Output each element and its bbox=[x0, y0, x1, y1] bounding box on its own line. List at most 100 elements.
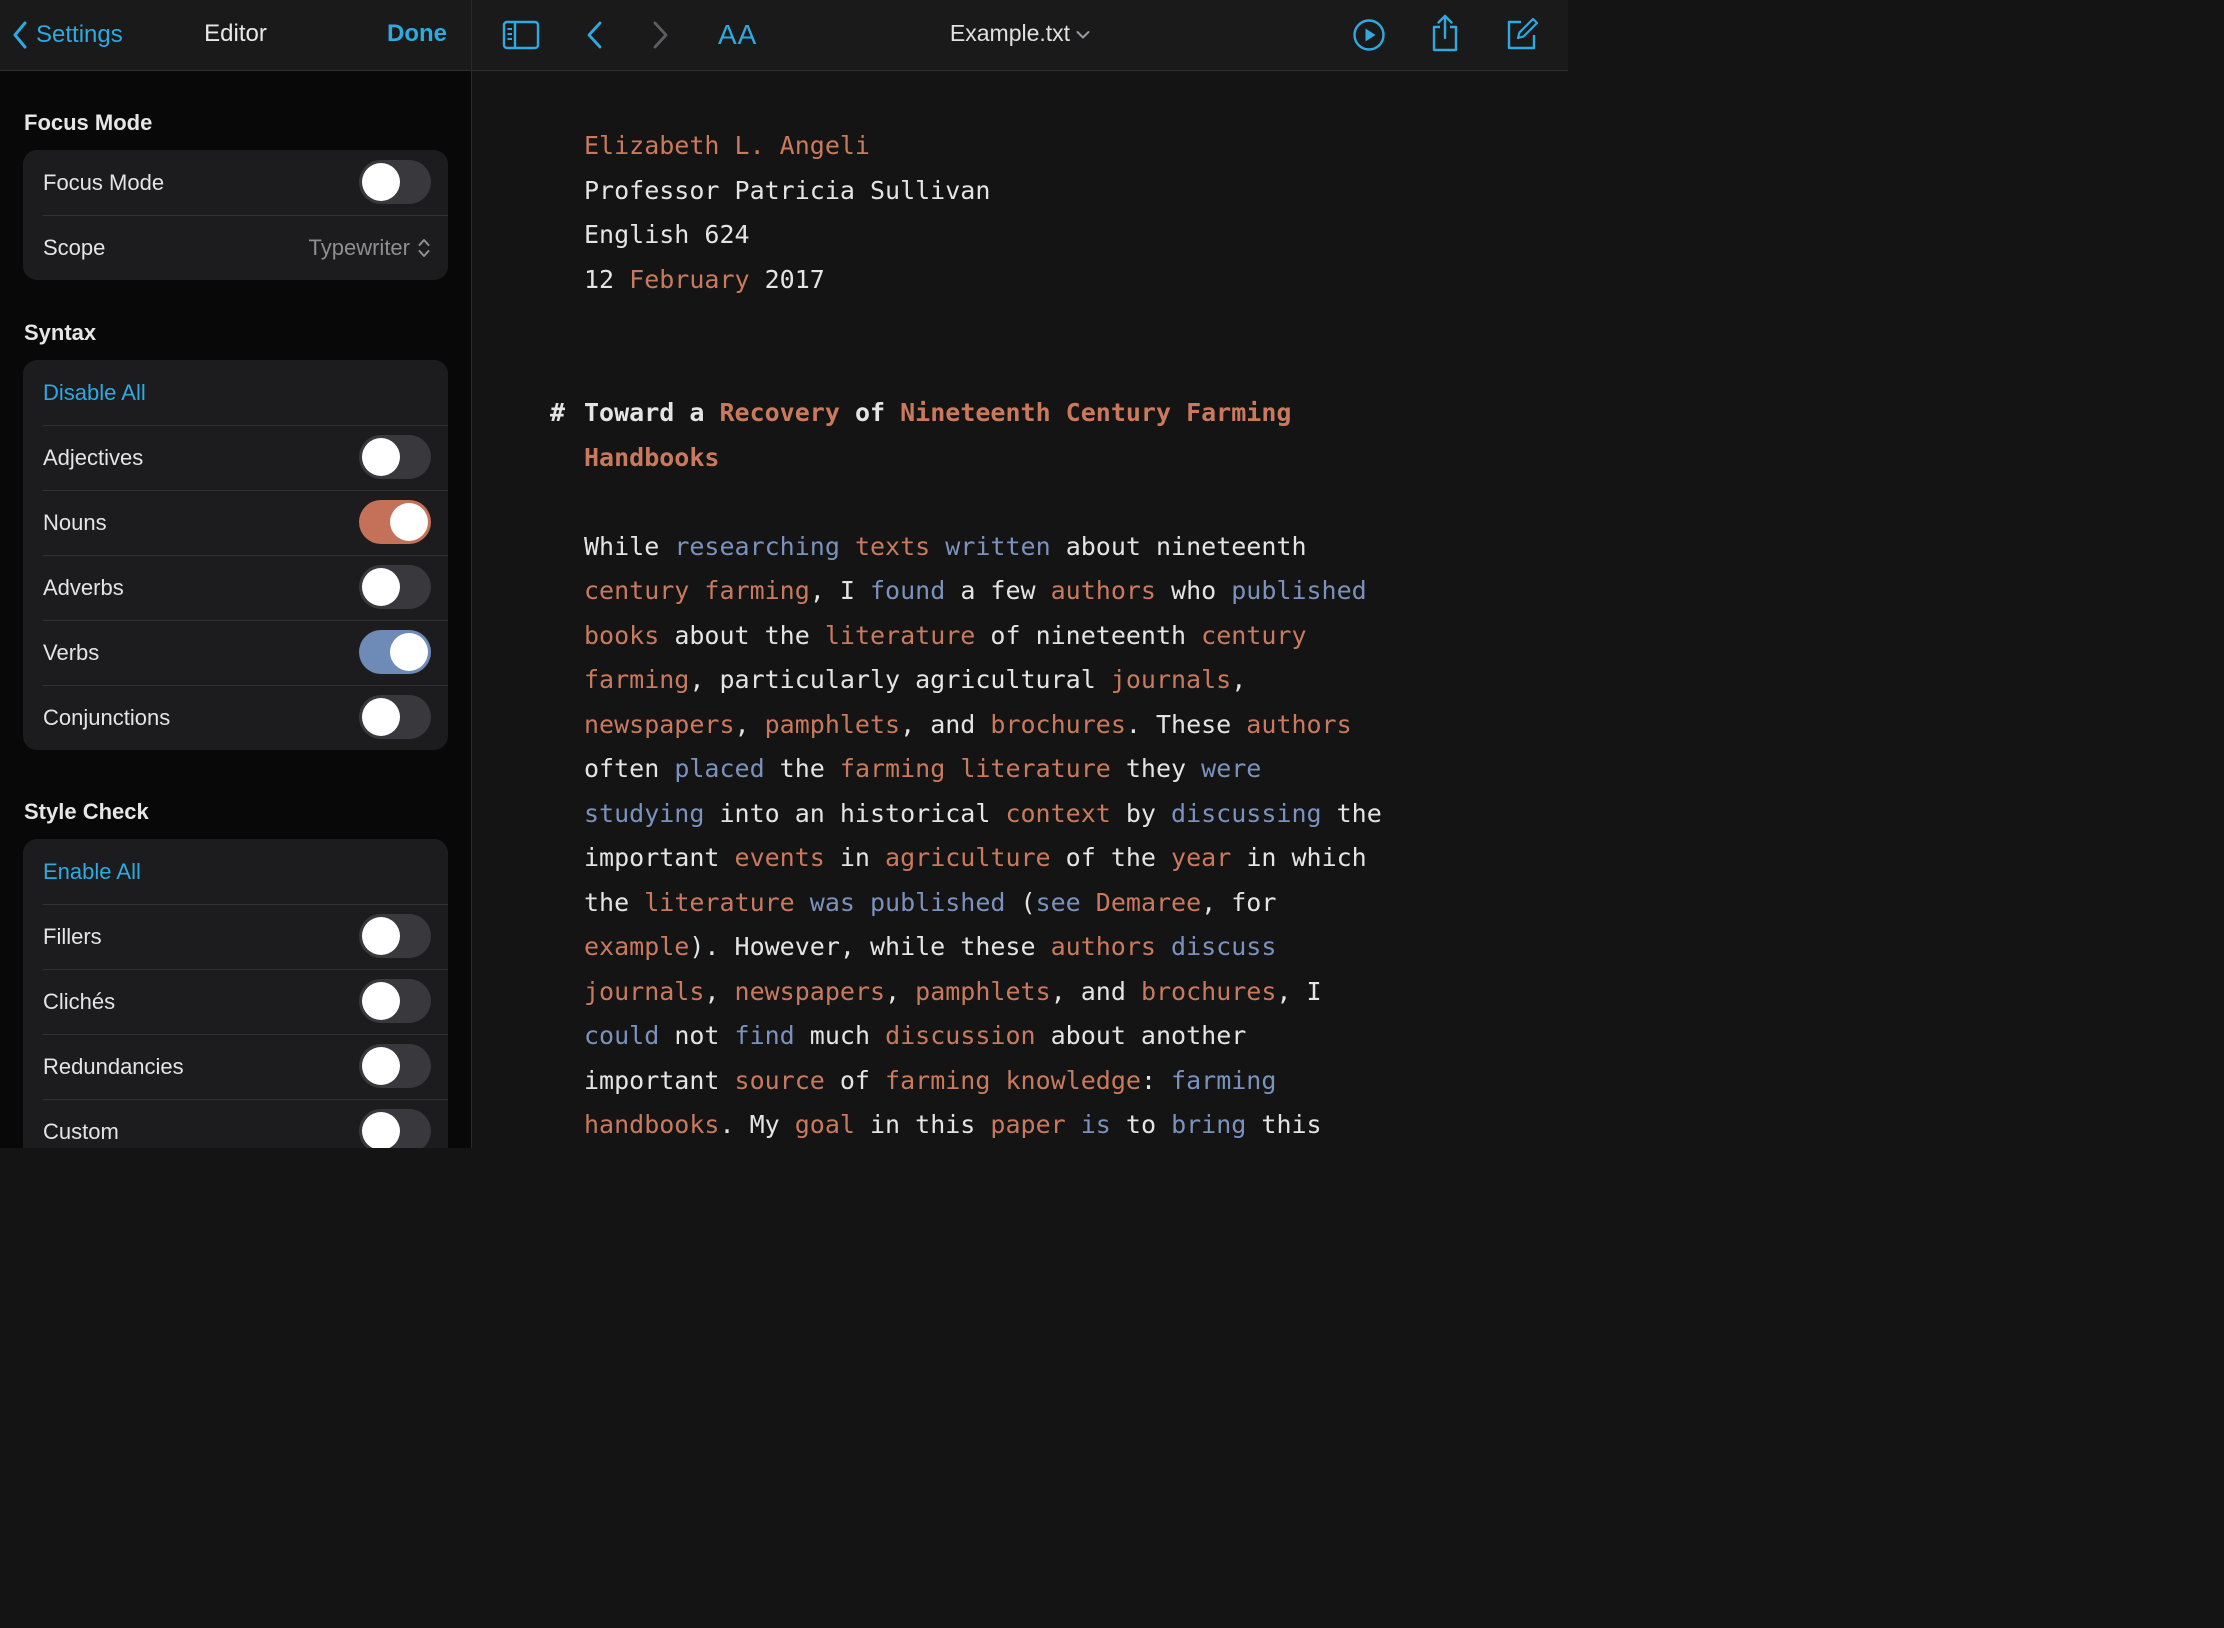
noun-token: Elizabeth L. Angeli bbox=[584, 131, 870, 160]
scope-select[interactable]: Typewriter bbox=[309, 215, 430, 280]
noun-token: pamphlets bbox=[915, 976, 1051, 1006]
text-line: could not find much discussion about ano… bbox=[584, 1014, 1464, 1059]
noun-token: authors bbox=[1050, 576, 1156, 605]
verb-token: see bbox=[1035, 887, 1081, 917]
heading-marker: # bbox=[550, 398, 566, 427]
noun-token: paper bbox=[990, 1110, 1066, 1139]
noun-token: goal bbox=[794, 1110, 855, 1139]
share-button[interactable] bbox=[1429, 13, 1461, 53]
noun-token: newspapers bbox=[734, 976, 886, 1006]
row-redundancies: Redundancies bbox=[23, 1034, 448, 1099]
conjunctions-toggle[interactable] bbox=[359, 695, 431, 739]
document-title-menu[interactable]: Example.txt bbox=[472, 20, 1568, 47]
text-token: , bbox=[704, 976, 735, 1006]
noun-token: century bbox=[1201, 620, 1307, 650]
toggle-knob bbox=[390, 503, 428, 541]
text-token: . These bbox=[1125, 709, 1247, 739]
focus-mode-toggle[interactable] bbox=[359, 160, 431, 204]
text-line: century farming, I found a few authors w… bbox=[584, 569, 1464, 614]
text-token: who bbox=[1155, 576, 1232, 605]
redundancies-toggle[interactable] bbox=[359, 1044, 431, 1088]
noun-token: Demaree bbox=[1095, 887, 1202, 917]
adverbs-label: Adverbs bbox=[43, 575, 124, 600]
noun-token: knowledge bbox=[1005, 1065, 1141, 1095]
document-title: Example.txt bbox=[949, 20, 1071, 46]
text-token: important bbox=[584, 1065, 735, 1095]
text-token: ( bbox=[1005, 887, 1036, 917]
text-line bbox=[584, 480, 1464, 525]
noun-token: farming bbox=[704, 576, 810, 605]
text-token: , and bbox=[1050, 976, 1141, 1006]
text-token: in bbox=[824, 843, 886, 872]
text-token: in this bbox=[854, 1110, 991, 1139]
row-enable-all[interactable]: Enable All bbox=[23, 839, 448, 904]
text-token: in which bbox=[1231, 843, 1367, 872]
noun-token: context bbox=[1005, 798, 1111, 828]
noun-token: authors bbox=[1246, 709, 1352, 739]
preview-button[interactable] bbox=[1352, 17, 1386, 53]
verbs-label: Verbs bbox=[43, 640, 100, 665]
text-token: , for bbox=[1201, 887, 1277, 917]
adjectives-toggle[interactable] bbox=[359, 435, 431, 479]
noun-token: century bbox=[584, 576, 690, 605]
text-line: journals, newspapers, pamphlets, and bro… bbox=[584, 970, 1464, 1015]
conjunctions-label: Conjunctions bbox=[43, 705, 171, 730]
verb-token: discuss bbox=[1171, 932, 1277, 961]
row-fillers: Fillers bbox=[23, 904, 448, 969]
compose-icon bbox=[1507, 17, 1539, 50]
disable-all-button[interactable]: Disable All bbox=[43, 360, 146, 425]
fillers-label: Fillers bbox=[43, 924, 102, 949]
focus-mode-group: Focus Mode Scope Typewriter bbox=[23, 150, 448, 280]
custom-toggle[interactable] bbox=[359, 1109, 431, 1148]
text-token: a few bbox=[945, 576, 1051, 605]
cliches-label: Clichés bbox=[43, 989, 116, 1014]
nouns-toggle[interactable] bbox=[359, 500, 431, 544]
noun-token: newspapers bbox=[584, 709, 735, 739]
text-token: the bbox=[1321, 798, 1382, 828]
share-icon bbox=[1432, 14, 1458, 52]
sidebar-header: Settings Editor Done bbox=[0, 0, 471, 71]
text-line: newspapers, pamphlets, and brochures. Th… bbox=[584, 703, 1464, 748]
verb-token: could bbox=[584, 1021, 660, 1050]
adverbs-toggle[interactable] bbox=[359, 565, 431, 609]
verbs-toggle[interactable] bbox=[359, 630, 431, 674]
text-token: , bbox=[885, 976, 916, 1006]
text-token: about nineteenth bbox=[1050, 531, 1307, 561]
text-token: : bbox=[1140, 1065, 1172, 1095]
document-editor: AA Example.txt Elizabeth L. Angeli Profes… bbox=[472, 0, 1568, 1148]
noun-token: Recovery bbox=[719, 398, 840, 427]
noun-token: books bbox=[584, 620, 660, 650]
done-button[interactable]: Done bbox=[387, 20, 447, 48]
noun-token: year bbox=[1171, 843, 1232, 872]
text-token: this bbox=[1246, 1110, 1322, 1139]
text-token: of nineteenth bbox=[975, 620, 1202, 650]
noun-token: pamphlets bbox=[764, 709, 901, 739]
document-text[interactable]: Elizabeth L. Angeli Professor Patricia Su… bbox=[550, 124, 1464, 1148]
text-line: # Toward a Recovery of Nineteenth Century… bbox=[550, 391, 1464, 436]
text-line: Professor Patricia Sullivan bbox=[584, 169, 1464, 214]
text-token: Toward a bbox=[584, 398, 720, 427]
syntax-group: Disable All Adjectives Nouns Adverbs Ver… bbox=[23, 360, 448, 750]
toggle-knob bbox=[362, 917, 400, 955]
cliches-toggle[interactable] bbox=[359, 979, 431, 1023]
fillers-toggle[interactable] bbox=[359, 914, 431, 958]
text-line: English 624 bbox=[584, 213, 1464, 258]
text-line bbox=[584, 347, 1464, 392]
text-line: example). However, while these authors d… bbox=[584, 925, 1464, 970]
text-token: , I bbox=[809, 576, 870, 605]
noun-token: farming bbox=[885, 1065, 991, 1095]
focus-mode-label: Focus Mode bbox=[43, 170, 165, 195]
row-disable-all[interactable]: Disable All bbox=[23, 360, 448, 425]
text-line: important events in agriculture of the y… bbox=[584, 836, 1464, 881]
nouns-label: Nouns bbox=[43, 510, 107, 535]
row-nouns: Nouns bbox=[23, 490, 448, 555]
compose-button[interactable] bbox=[1504, 15, 1540, 53]
row-scope[interactable]: Scope Typewriter bbox=[23, 215, 448, 280]
text-token: , bbox=[734, 709, 765, 739]
text-token: much bbox=[794, 1021, 886, 1050]
enable-all-button[interactable]: Enable All bbox=[43, 839, 141, 904]
text-token: Professor Patricia Sullivan bbox=[584, 175, 991, 205]
